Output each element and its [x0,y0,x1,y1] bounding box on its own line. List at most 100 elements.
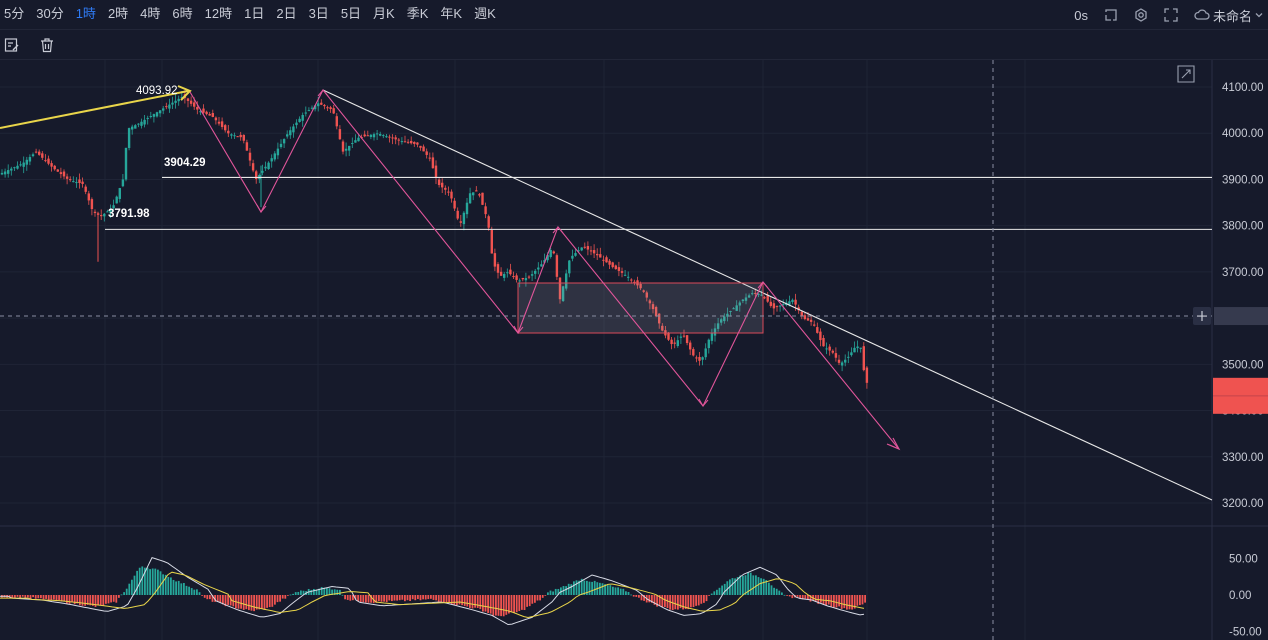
candle-body [0,172,4,175]
macd-bar [167,576,170,595]
macd-bar [762,578,765,595]
macd-panel [0,556,866,626]
candle-body [428,157,431,159]
timeframe-14[interactable]: 週K [468,0,502,30]
macd-bar [40,595,42,599]
timeframe-10[interactable]: 5日 [335,0,367,30]
candle-body [385,136,388,138]
candle-body [450,191,453,199]
macd-bar [326,587,328,595]
timeframe-13[interactable]: 年K [434,0,468,30]
candle-body [506,272,509,274]
macd-bar [16,595,19,597]
y-tick-6: 3500.00 [1222,359,1264,371]
macd-bar [115,595,118,603]
candle-body [233,135,236,137]
timeframe-7[interactable]: 1日 [238,0,270,30]
macd-bar [687,595,690,610]
candle-body [168,104,171,109]
candle-body [248,152,252,161]
macd-bar [209,595,211,600]
macd-bar [125,588,128,595]
candle-body [208,113,211,116]
candle-body [462,212,466,225]
candle-body [413,141,416,144]
macd-bar [216,595,219,602]
candle-body [205,111,208,115]
timeframe-2[interactable]: 1時 [70,0,102,30]
candle-body [230,134,233,136]
macd-bar [627,592,630,595]
candle-body [357,137,360,142]
macd-bar [760,578,762,595]
candle-body [264,166,267,169]
timeframe-6[interactable]: 12時 [199,0,238,30]
macd-bar [292,593,294,595]
macd-bar [492,595,495,616]
candle-body [152,114,156,117]
candle-body [809,319,813,322]
macd-bar [635,595,638,597]
candle-body [47,158,50,164]
timeframe-12[interactable]: 季K [401,0,435,30]
candle-body [503,274,506,278]
macd-bar [336,589,339,595]
candle-body [806,318,810,321]
macd-bar [466,595,469,607]
labels: 4093.92 3904.29 3791.98 4100.00 4000.00 3900.… [108,82,1264,639]
settings-icon[interactable] [1134,8,1148,22]
timeframe-11[interactable]: 月K [367,0,401,30]
candle-body [682,335,686,337]
macd-bar [294,592,297,595]
macd-bar [401,595,404,600]
candle-body [847,356,850,358]
macd-bar [599,582,601,595]
candle-body [72,181,75,183]
macd-bar [453,595,456,605]
candle-body [245,142,249,151]
candle-body [65,176,69,179]
candle-body [351,143,354,145]
candle-body [518,280,521,282]
timeframe-8[interactable]: 2日 [270,0,302,30]
timeframe-9[interactable]: 3日 [303,0,335,30]
fullscreen-icon[interactable] [1164,8,1178,22]
macd-bar [196,589,198,595]
macd-bar [157,569,159,595]
candle-body [844,359,847,363]
timeframe-4[interactable]: 4時 [134,0,166,30]
candle-body [794,299,797,305]
cloud-save-button[interactable]: 未命名 [1194,6,1264,25]
timeframe-3[interactable]: 2時 [102,0,134,30]
candle-body [137,123,140,125]
macd-bar [630,594,632,596]
macd-bar [128,583,131,595]
candle-body [614,265,617,270]
candle-body [344,148,348,151]
macd-bar [328,588,331,595]
trash-icon[interactable] [39,37,55,53]
macd-bar [664,595,666,607]
edit-drawings-icon[interactable] [4,37,20,53]
macd-bar [146,567,149,595]
macd-bar [367,595,370,603]
timer-label[interactable]: 0s [1074,8,1088,23]
candle-body [555,255,559,277]
macd-bar [136,570,138,595]
timeframe-1[interactable]: 30分 [30,0,69,30]
timeframe-5[interactable]: 6時 [166,0,198,30]
candles [0,90,869,389]
candle-body [496,264,500,273]
macd-bar [427,595,430,600]
candle-body [441,182,444,188]
timeframe-0[interactable]: 5分 [0,0,30,30]
macd-bar [34,595,37,599]
price-chart[interactable]: 4093.92 3904.29 3791.98 4100.00 4000.00 3900.… [0,60,1268,640]
candle-body [834,353,838,358]
macd-bar [120,594,123,596]
macd-bar [50,595,53,601]
macd-bar [840,595,843,609]
candle-body [273,153,276,160]
candle-body [90,199,94,210]
expand-icon[interactable] [1104,8,1118,22]
